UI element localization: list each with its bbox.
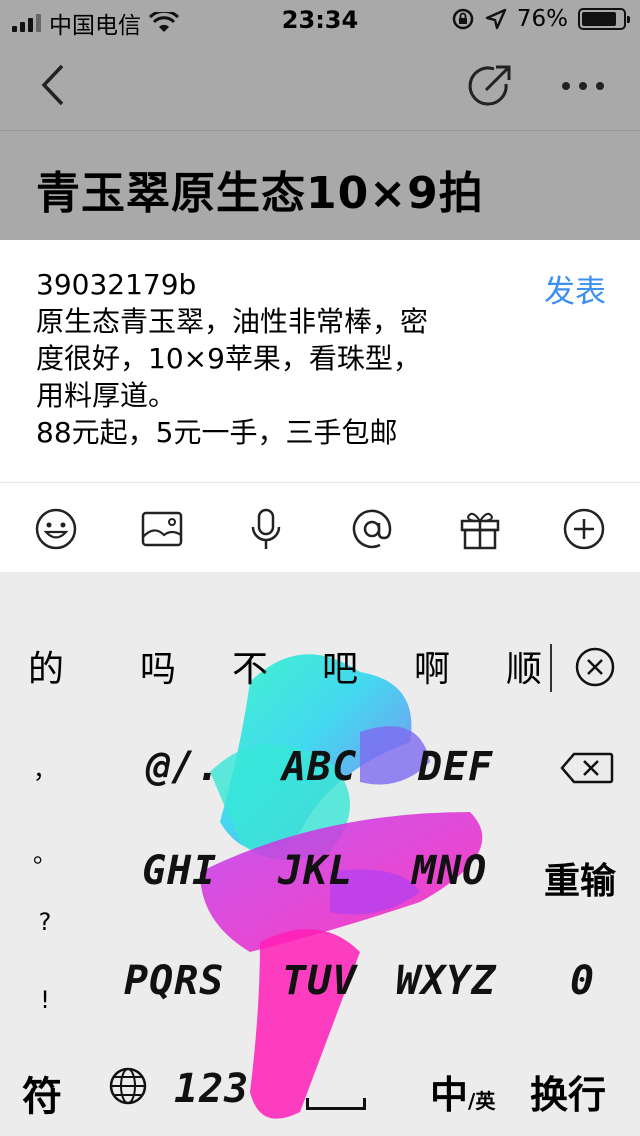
return-key[interactable]: 换行	[530, 1064, 606, 1119]
numbers-key[interactable]: 123	[174, 1066, 249, 1112]
location-arrow-icon	[485, 8, 507, 30]
globe-icon[interactable]	[108, 1066, 148, 1106]
text-line: 39032179b	[36, 268, 197, 301]
key-def[interactable]: DEF	[418, 744, 493, 790]
navigation-bar	[0, 40, 640, 130]
text-line: 88元起，5元一手，三手包邮	[36, 416, 398, 449]
punct-comma-key[interactable]: ，	[0, 750, 90, 785]
compose-toolbar	[0, 482, 640, 572]
gift-icon[interactable]	[458, 507, 502, 551]
emoji-icon[interactable]	[34, 507, 78, 551]
candidate-word[interactable]: 啊	[414, 640, 450, 692]
key-pqrs[interactable]: PQRS	[124, 958, 224, 1004]
image-icon[interactable]	[140, 507, 184, 551]
status-bar: 中国电信 23:34 76%	[0, 0, 640, 40]
key-ghi[interactable]: GHI	[142, 848, 217, 894]
lang-switch-key[interactable]: 中/英	[430, 1064, 495, 1119]
key-wxyz[interactable]: WXYZ	[396, 958, 496, 1004]
ime-keyboard: 的 吗 不 吧 啊 顺 ， 。 ? ! @/. ABC DEF GHI JKL …	[0, 572, 640, 1136]
chevron-left-icon[interactable]	[30, 60, 80, 110]
candidate-word[interactable]: 顺	[506, 640, 542, 692]
lang-sub-label: /英	[468, 1089, 496, 1113]
symbols-key[interactable]: 符	[22, 1064, 62, 1122]
key-symbols-row1[interactable]: @/.	[146, 744, 221, 790]
candidate-word[interactable]: 吗	[140, 640, 176, 692]
candidate-word[interactable]: 的	[28, 640, 64, 692]
post-editor[interactable]: 39032179b 原生态青玉翠，油性非常棒，密 度很好，10×9苹果，看珠型，…	[0, 240, 640, 482]
candidate-divider	[550, 644, 552, 692]
lang-main-label: 中	[430, 1073, 469, 1117]
reset-input-key[interactable]: 重输	[544, 852, 616, 904]
punct-period-key[interactable]: 。	[0, 834, 90, 869]
plus-icon[interactable]	[562, 507, 606, 551]
battery-icon	[578, 8, 630, 30]
key-zero[interactable]: 0	[570, 958, 595, 1004]
share-arrow-icon[interactable]	[466, 62, 514, 110]
key-tuv[interactable]: TUV	[282, 958, 357, 1004]
close-candidates-icon[interactable]	[574, 646, 616, 688]
more-dots-icon[interactable]	[556, 62, 610, 110]
text-line: 度很好，10×9苹果，看珠型，	[36, 342, 421, 375]
candidate-word[interactable]: 吧	[322, 640, 358, 692]
candidate-bar: 的 吗 不 吧 啊 顺	[0, 640, 640, 696]
publish-button[interactable]: 发表	[544, 266, 606, 311]
candidate-word[interactable]: 不	[232, 640, 268, 692]
punct-exclaim-key[interactable]: !	[0, 986, 90, 1014]
backspace-icon[interactable]	[560, 752, 614, 784]
space-key[interactable]	[306, 1098, 366, 1110]
post-text-area[interactable]: 39032179b 原生态青玉翠，油性非常棒，密 度很好，10×9苹果，看珠型，…	[36, 266, 506, 451]
battery-percent: 76%	[516, 6, 568, 32]
punct-question-key[interactable]: ?	[0, 908, 90, 936]
page-title: 青玉翠原生态10×9拍	[36, 168, 484, 219]
rotation-lock-icon	[452, 8, 474, 30]
at-icon[interactable]	[350, 507, 394, 551]
key-jkl[interactable]: JKL	[278, 848, 353, 894]
text-line: 原生态青玉翠，油性非常棒，密	[36, 305, 429, 338]
text-line: 用料厚道。	[36, 379, 177, 412]
title-bar: 青玉翠原生态10×9拍	[0, 130, 640, 240]
microphone-icon[interactable]	[244, 507, 288, 551]
key-abc[interactable]: ABC	[282, 744, 357, 790]
key-mno[interactable]: MNO	[412, 848, 487, 894]
